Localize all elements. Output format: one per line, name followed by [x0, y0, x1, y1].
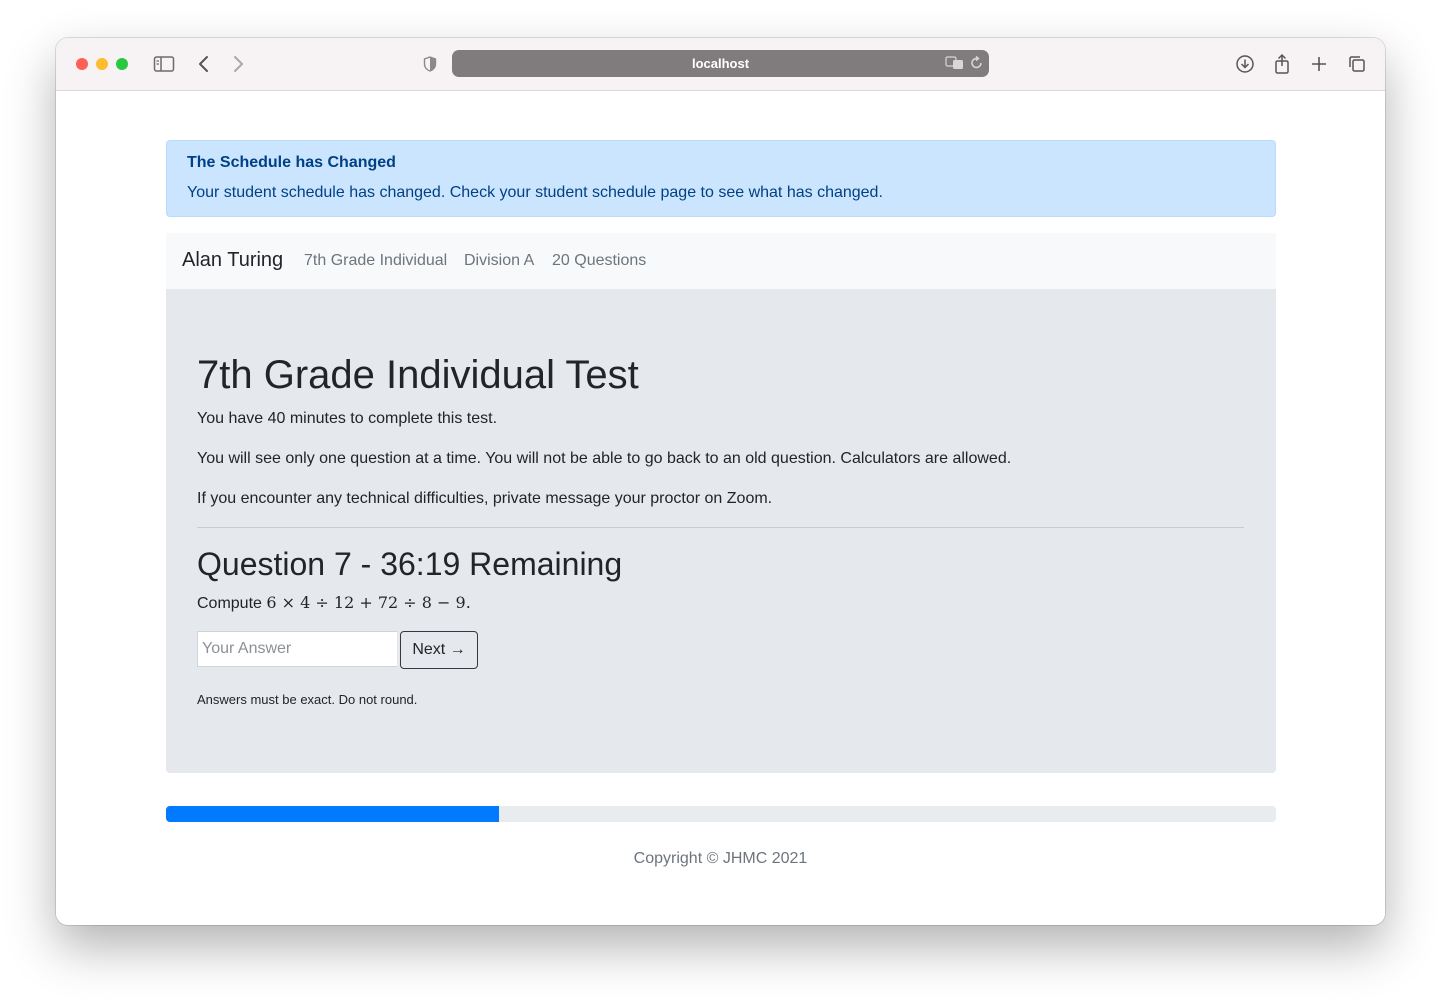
- nav-item-division[interactable]: Division A: [464, 252, 534, 270]
- nav-item-grade[interactable]: 7th Grade Individual: [304, 252, 447, 270]
- page-content: The Schedule has Changed Your student sc…: [56, 91, 1385, 925]
- question-text: Compute 6 × 4 ÷ 12 + 72 ÷ 8 − 9.: [197, 593, 471, 613]
- new-tab-icon[interactable]: [1307, 52, 1331, 76]
- share-icon[interactable]: [1270, 52, 1294, 76]
- download-icon[interactable]: [1233, 52, 1257, 76]
- browser-window: localhost The Schedule has Changed Your …: [56, 38, 1385, 925]
- question-expression: 6 × 4 ÷ 12 + 72 ÷ 8 − 9: [266, 593, 466, 612]
- instruction-support: If you encounter any technical difficult…: [197, 490, 773, 507]
- back-arrow-icon[interactable]: [192, 52, 216, 76]
- reload-icon[interactable]: [970, 55, 984, 76]
- answer-input[interactable]: [197, 631, 397, 667]
- instruction-rules: You will see only one question at a time…: [197, 450, 1012, 467]
- answer-help-text: Answers must be exact. Do not round.: [197, 692, 418, 707]
- browser-toolbar: localhost: [56, 38, 1385, 91]
- question-suffix: .: [465, 593, 471, 612]
- test-panel: 7th Grade Individual Test You have 40 mi…: [166, 289, 1276, 773]
- sidebar-toggle-icon[interactable]: [152, 52, 176, 76]
- progress-bar-fill: [166, 806, 499, 822]
- translate-icon[interactable]: [945, 55, 965, 76]
- forward-arrow-icon[interactable]: [226, 52, 250, 76]
- navbar-brand[interactable]: Alan Turing: [182, 249, 283, 272]
- privacy-shield-icon[interactable]: [418, 52, 442, 76]
- next-button[interactable]: Next →: [400, 631, 478, 669]
- question-heading: Question 7 - 36:19 Remaining: [197, 546, 623, 582]
- close-window-button[interactable]: [76, 58, 88, 70]
- question-prefix: Compute: [197, 595, 262, 612]
- instruction-time: You have 40 minutes to complete this tes…: [197, 410, 498, 427]
- footer-copyright: Copyright © JHMC 2021: [633, 850, 808, 867]
- alert-message: Your student schedule has changed. Check…: [187, 184, 883, 201]
- tab-overview-icon[interactable]: [1345, 52, 1369, 76]
- alert-title: The Schedule has Changed: [187, 154, 396, 171]
- navbar: Alan Turing 7th Grade Individual Divisio…: [166, 233, 1276, 289]
- address-bar[interactable]: localhost: [452, 50, 989, 77]
- zoom-window-button[interactable]: [116, 58, 128, 70]
- schedule-alert: The Schedule has Changed Your student sc…: [166, 140, 1276, 217]
- progress-bar: [166, 806, 1276, 822]
- nav-item-questions[interactable]: 20 Questions: [552, 252, 646, 270]
- divider: [197, 527, 1244, 528]
- minimize-window-button[interactable]: [96, 58, 108, 70]
- test-title: 7th Grade Individual Test: [197, 353, 639, 397]
- address-bar-url: localhost: [691, 56, 750, 71]
